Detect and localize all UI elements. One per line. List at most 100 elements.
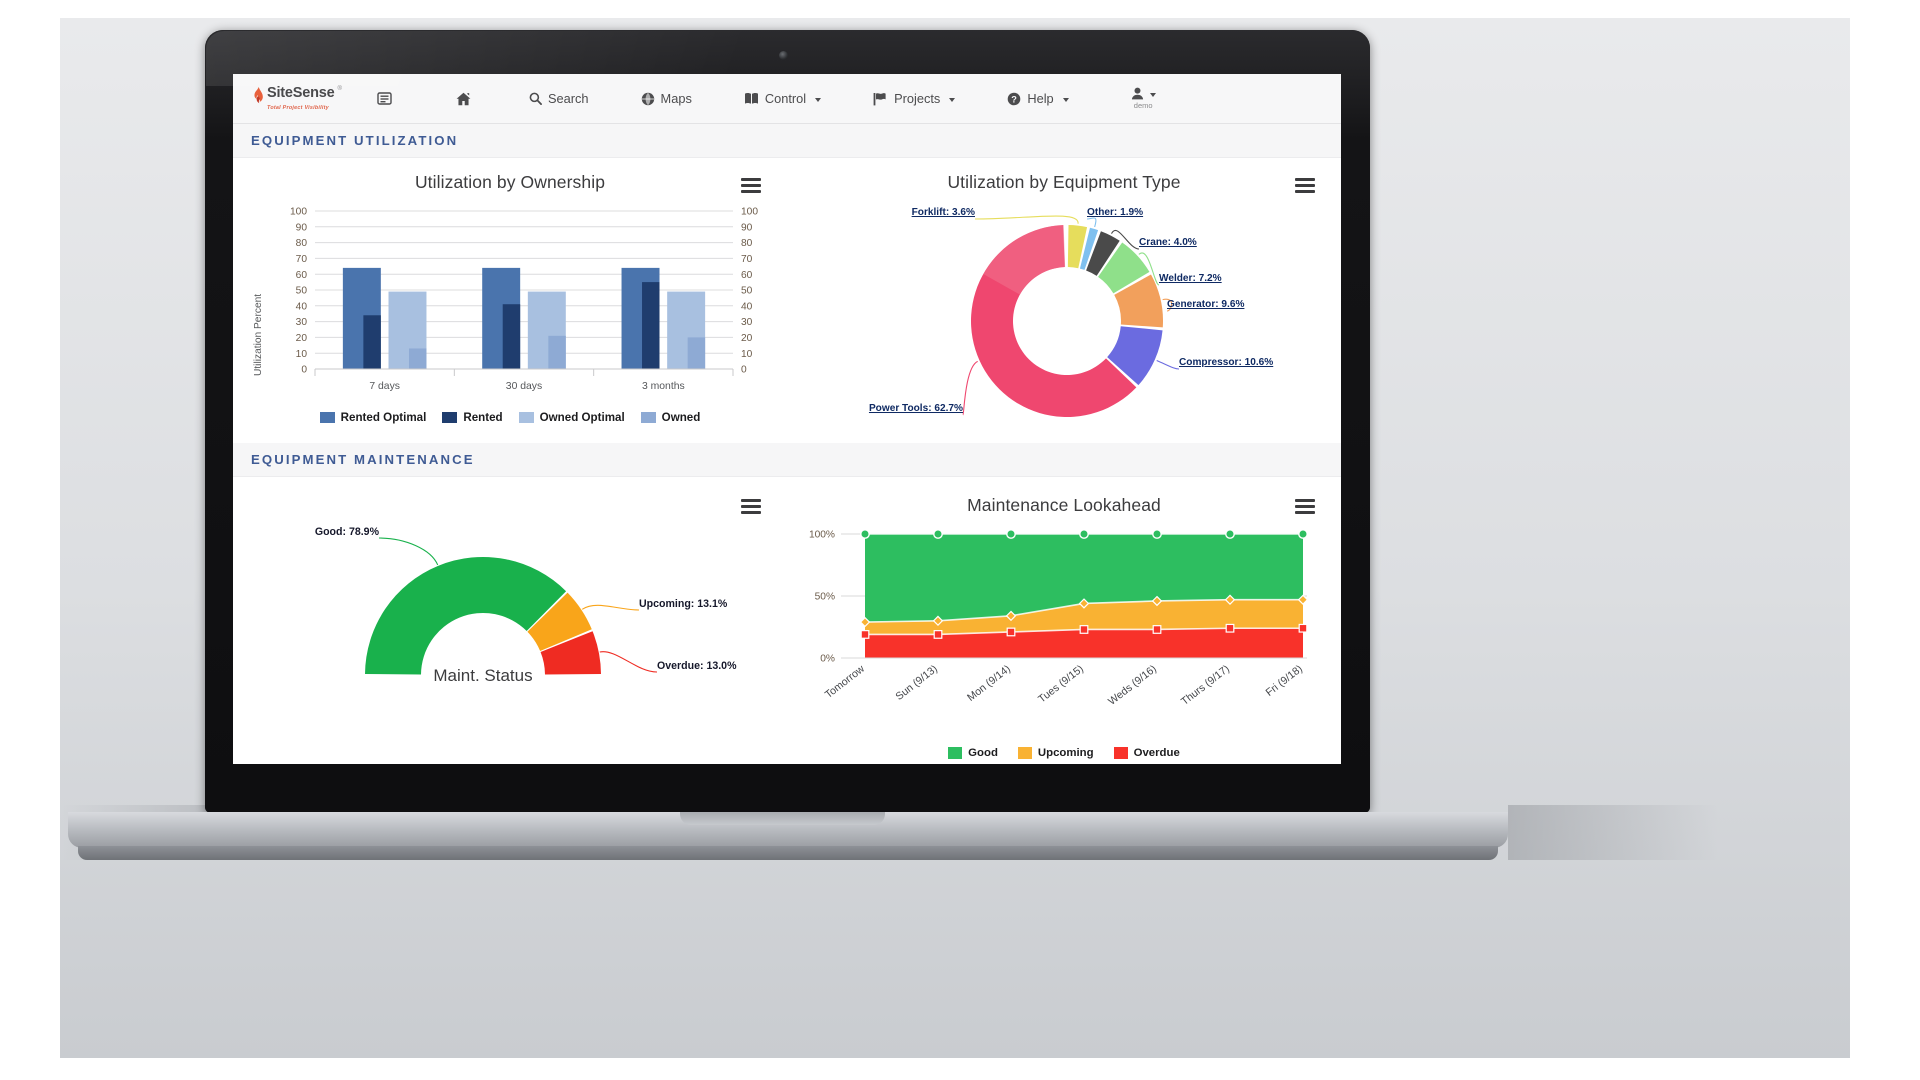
chart-maintenance-status: Good: 78.9% Upcoming: 13.1% Overdue: 13.0%… <box>233 477 787 759</box>
svg-text:30: 30 <box>741 317 753 328</box>
maintenance-row: Good: 78.9% Upcoming: 13.1% Overdue: 13.0%… <box>233 477 1341 759</box>
user-menu[interactable]: demo <box>1121 87 1166 110</box>
svg-text:50: 50 <box>296 286 308 297</box>
svg-text:100: 100 <box>741 207 758 218</box>
x-axis-tick-label: Tues (9/15) <box>1036 663 1086 706</box>
nav-item-help[interactable]: ? Help <box>965 85 1078 112</box>
legend-label: Rented Optimal <box>340 411 427 424</box>
svg-text:100: 100 <box>290 207 307 218</box>
donut-slice-label: Welder: 7.2% <box>1159 273 1222 284</box>
gauge-chart-svg: Good: 78.9% Upcoming: 13.1% Overdue: 13.0%… <box>315 526 737 685</box>
nav-item-home[interactable] <box>408 86 487 112</box>
nav-item-control[interactable]: Control <box>702 85 831 112</box>
legend-label: Overdue <box>1133 747 1180 759</box>
user-name: demo <box>1133 101 1153 110</box>
brand-logo[interactable]: SiteSense ® Total Project Visibility <box>239 86 351 111</box>
svg-text:40: 40 <box>741 301 753 312</box>
chart-utilization-by-ownership: Utilization by Ownership Utilization Per… <box>233 158 787 443</box>
nav-label-control: Control <box>764 91 807 106</box>
svg-text:90: 90 <box>741 222 753 233</box>
flame-icon <box>254 86 263 103</box>
svg-text:3 months: 3 months <box>642 381 685 392</box>
area-chart-legend: Good Upcoming Overdue <box>787 741 1341 759</box>
nav-item-maps[interactable]: Maps <box>599 85 702 112</box>
home-icon <box>456 92 471 105</box>
webcam-icon <box>779 51 788 60</box>
svg-text:20: 20 <box>741 333 753 344</box>
svg-text:80: 80 <box>296 238 308 249</box>
svg-text:10: 10 <box>296 349 308 360</box>
svg-text:60: 60 <box>741 270 753 281</box>
x-axis-tick-label: Mon (9/14) <box>965 663 1013 704</box>
svg-text:100%: 100% <box>809 530 835 541</box>
brand-trademark: ® <box>337 85 342 92</box>
book-icon <box>744 92 758 104</box>
chart-menu-button[interactable] <box>1295 499 1315 514</box>
legend-swatch <box>640 412 656 423</box>
legend-item[interactable]: Overdue <box>1113 747 1180 759</box>
search-icon <box>529 92 542 105</box>
x-axis-tick-label: Fri (9/18) <box>1264 663 1305 699</box>
legend-item[interactable]: Rented <box>442 411 503 424</box>
donut-slice-label: Other: 1.9% <box>1087 207 1143 218</box>
nav-item-search[interactable]: Search <box>487 85 599 112</box>
legend-item[interactable]: Upcoming <box>1017 747 1094 759</box>
bar-chart-svg: 0 0 10 10 20 20 30 30 40 40 50 50 60 60 70 70 80 80 90 90 10… <box>290 207 758 392</box>
svg-text:90: 90 <box>296 222 308 233</box>
legend-item[interactable]: Owned <box>640 411 700 424</box>
laptop-base-notch <box>680 812 885 825</box>
legend-item[interactable]: Good <box>948 747 998 759</box>
user-icon <box>1131 87 1143 100</box>
brand-tagline: Total Project Visibility <box>267 104 329 111</box>
svg-text:0: 0 <box>301 365 307 376</box>
chart-menu-button[interactable] <box>741 178 761 193</box>
x-axis-tick-label: Tomorrow <box>823 663 867 701</box>
svg-text:50: 50 <box>741 286 753 297</box>
bar-chart-legend: Rented Optimal Rented Owned Optimal Owned <box>233 401 787 424</box>
chart-title: Maintenance Lookahead <box>967 495 1161 515</box>
brand-name: SiteSense <box>267 84 335 101</box>
chevron-down-icon <box>815 97 822 102</box>
legend-swatch <box>518 412 534 423</box>
legend-swatch <box>948 747 963 759</box>
svg-text:70: 70 <box>296 254 308 265</box>
donut-slice-label: Crane: 4.0% <box>1139 237 1197 248</box>
donut-chart-svg: Forklift: 3.6% Other: 1.9% Crane: 4.0% Weld… <box>869 207 1273 417</box>
legend-swatch <box>1113 747 1128 759</box>
nav-item-reports[interactable] <box>351 86 408 111</box>
chart-utilization-by-equipment-type: Utilization by Equipment Type Forklift: … <box>787 158 1341 443</box>
nav-label-help: Help <box>1027 91 1054 106</box>
chart-menu-button[interactable] <box>1295 178 1315 193</box>
legend-swatch <box>442 412 458 423</box>
laptop-foot <box>78 846 1498 860</box>
x-axis-tick-label: Sun (9/13) <box>893 663 939 703</box>
nav-item-projects[interactable]: Projects <box>831 85 965 112</box>
donut-slice-label: Power Tools: 62.7% <box>869 403 963 414</box>
bar-chart-plot: Utilization Percent 0 0 10 10 20 20 30 30 40 40 50… <box>233 201 787 401</box>
section-header-maintenance: EQUIPMENT MAINTENANCE <box>233 443 1341 477</box>
legend-item[interactable]: Rented Optimal <box>319 411 427 424</box>
svg-text:50%: 50% <box>815 592 835 603</box>
chart-maintenance-lookahead: Maintenance Lookahead 0% 50% 100% Tomorrow S… <box>787 477 1341 759</box>
svg-text:7 days: 7 days <box>369 381 400 392</box>
svg-text:0%: 0% <box>820 654 835 665</box>
chart-title: Utilization by Equipment Type <box>947 172 1181 192</box>
globe-icon <box>641 92 654 105</box>
nav-items: Search Maps Control Projects ? Help demo <box>351 85 1335 112</box>
nav-label-maps: Maps <box>660 91 692 106</box>
chevron-down-icon <box>1149 92 1156 97</box>
screenshot-root: SiteSense ® Total Project Visibility Sea… <box>0 0 1920 1080</box>
gauge-slice-label: Overdue: 13.0% <box>657 660 737 672</box>
legend-swatch <box>1017 747 1032 759</box>
svg-text:30 days: 30 days <box>506 381 542 392</box>
legend-item[interactable]: Owned Optimal <box>518 411 625 424</box>
x-axis-tick-label: Thurs (9/17) <box>1179 663 1232 708</box>
top-navbar: SiteSense ® Total Project Visibility Sea… <box>233 74 1341 124</box>
help-circle-icon: ? <box>1008 92 1021 105</box>
utilization-row: Utilization by Ownership Utilization Per… <box>233 158 1341 443</box>
chevron-down-icon <box>949 97 956 102</box>
svg-text:10: 10 <box>741 349 753 360</box>
donut-slice-label: Compressor: 10.6% <box>1179 357 1273 368</box>
legend-label: Rented <box>463 411 503 424</box>
svg-text:60: 60 <box>296 270 308 281</box>
